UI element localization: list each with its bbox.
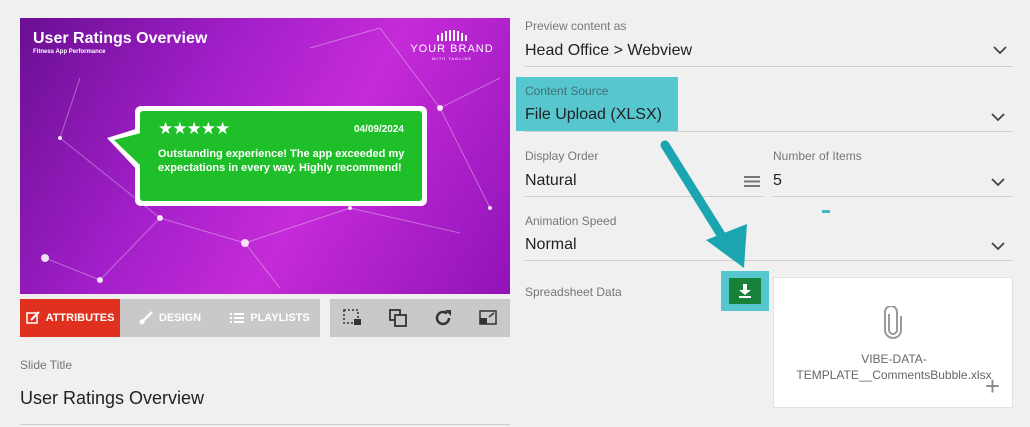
chevron-down-icon[interactable]: [991, 241, 1005, 251]
edit-icon: [25, 311, 40, 324]
star-rating: ★★★★★: [158, 119, 230, 138]
animation-speed-underline: [525, 260, 1013, 261]
focus-marker: [822, 210, 830, 213]
chevron-down-icon[interactable]: [991, 177, 1005, 187]
bubble-body: ★★★★★ 04/09/2024 Outstanding experience!…: [140, 111, 422, 201]
download-template-button[interactable]: [721, 271, 769, 311]
tab-playlists[interactable]: PLAYLISTS: [220, 299, 320, 337]
number-of-items-label: Number of Items: [773, 149, 862, 163]
number-of-items-select[interactable]: 5: [773, 172, 782, 190]
display-order-label: Display Order: [525, 149, 599, 163]
preview-toolbar: [330, 299, 510, 337]
uploaded-file-name: VIBE-DATA-TEMPLATE__CommentsBubble.xlsx: [796, 352, 992, 382]
preview-subtitle: Fitness App Performance: [33, 49, 106, 55]
slide-title-underline: [20, 424, 510, 425]
content-source-label: Content Source: [525, 84, 609, 98]
preview-title: User Ratings Overview: [33, 30, 208, 47]
brush-icon: [139, 311, 153, 325]
brand-name: YOUR BRAND: [410, 43, 494, 55]
tab-attributes-label: ATTRIBUTES: [45, 312, 115, 324]
comment-bubble: ★★★★★ 04/09/2024 Outstanding experience!…: [107, 106, 427, 206]
spreadsheet-label: Spreadsheet Data: [525, 285, 622, 299]
chevron-down-icon[interactable]: [991, 112, 1005, 122]
brand-logo: YOUR BRAND WITH TAGLINE: [408, 30, 496, 61]
comment-date: 04/09/2024: [353, 124, 404, 135]
slide-title-label: Slide Title: [20, 358, 73, 372]
content-source-underline: [525, 131, 1013, 132]
panel-tabs: ATTRIBUTES DESIGN PLAYLISTS: [20, 299, 320, 337]
animation-speed-select[interactable]: Normal: [525, 236, 577, 254]
tab-playlists-label: PLAYLISTS: [250, 312, 310, 324]
list-icon: [230, 313, 245, 323]
brand-logo-icon: [408, 30, 496, 41]
tab-design[interactable]: DESIGN: [120, 299, 220, 337]
tab-design-label: DESIGN: [158, 312, 202, 324]
drag-handle-icon[interactable]: [744, 175, 760, 188]
display-order-select[interactable]: Natural: [525, 172, 577, 190]
refresh-icon: [435, 310, 451, 326]
resize-button[interactable]: [465, 299, 510, 337]
file-upload-dropzone[interactable]: VIBE-DATA-TEMPLATE__CommentsBubble.xlsx …: [773, 277, 1013, 408]
slide-preview: User Ratings Overview Fitness App Perfor…: [20, 18, 510, 294]
resize-icon: [478, 310, 497, 325]
layers-icon: [388, 309, 407, 327]
tab-attributes[interactable]: ATTRIBUTES: [20, 299, 120, 337]
editor-root: User Ratings Overview Fitness App Perfor…: [0, 0, 1030, 427]
preview-as-underline: [525, 66, 1013, 67]
layers-button[interactable]: [375, 299, 420, 337]
comment-text: Outstanding experience! The app exceeded…: [158, 148, 405, 174]
download-icon: [739, 284, 751, 298]
slide-title-input[interactable]: User Ratings Overview: [20, 388, 204, 409]
add-file-icon[interactable]: +: [985, 373, 1000, 399]
paperclip-icon: [884, 306, 902, 339]
brand-tagline: WITH TAGLINE: [431, 56, 473, 61]
preview-as-select[interactable]: Head Office > Webview: [525, 42, 692, 60]
preview-as-label: Preview content as: [525, 19, 627, 33]
refresh-button[interactable]: [420, 299, 465, 337]
display-order-underline: [525, 196, 763, 197]
number-of-items-underline: [773, 196, 1013, 197]
select-area-button[interactable]: [330, 299, 375, 337]
animation-speed-label: Animation Speed: [525, 214, 617, 228]
chevron-down-icon[interactable]: [993, 45, 1007, 55]
download-button-inner: [729, 278, 761, 304]
select-area-icon: [342, 309, 361, 325]
content-source-select[interactable]: File Upload (XLSX): [525, 106, 662, 124]
